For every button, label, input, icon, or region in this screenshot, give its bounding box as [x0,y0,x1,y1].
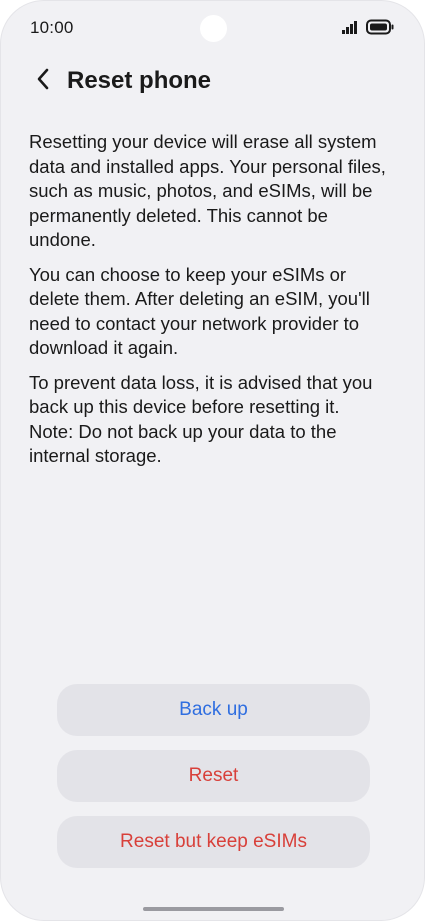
status-bar: 10:00 [1,1,424,55]
chevron-left-icon [35,67,51,96]
note-text: Note: Do not back up your data to the in… [29,420,337,467]
description-paragraph-3: To prevent data loss, it is advised that… [29,371,398,469]
reset-button[interactable]: Reset [57,750,370,802]
reset-keep-esims-button[interactable]: Reset but keep eSIMs [57,816,370,868]
back-up-button[interactable]: Back up [57,684,370,736]
status-time: 10:00 [30,18,74,37]
battery-icon [366,19,394,40]
phone-screen: 10:00 Reset phone Resetting your device … [0,0,425,921]
page-title: Reset phone [67,67,212,94]
description-paragraph-1: Resetting your device will erase all sys… [29,131,386,250]
back-button[interactable] [27,65,59,97]
camera-cutout [200,15,227,42]
home-indicator[interactable] [143,907,284,911]
app-bar: Reset phone [1,59,424,103]
description-paragraph-2: You can choose to keep your eSIMs or del… [29,263,370,359]
status-icons [342,19,394,40]
signal-icon [342,20,360,39]
backup-advice-text: To prevent data loss, it is advised that… [29,371,373,418]
reset-description: Resetting your device will erase all sys… [29,130,398,479]
